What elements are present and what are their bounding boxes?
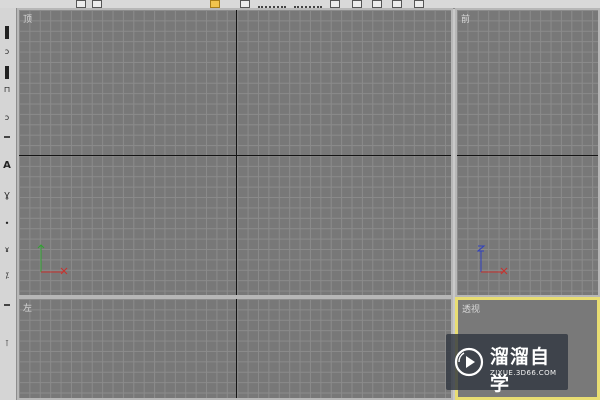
text-icon[interactable]: A [3, 160, 11, 171]
select-arrow-icon[interactable] [210, 0, 220, 8]
pencil-icon[interactable] [4, 304, 10, 306]
snap-dots-icon[interactable] [294, 0, 322, 8]
watermark: 溜溜自学 ZIXUE.3D66.COM [446, 334, 568, 395]
viewport-label[interactable]: 前 [461, 12, 470, 25]
cursor-icon[interactable] [4, 136, 10, 138]
viewport-label[interactable]: 顶 [23, 12, 32, 25]
grid-axis-vertical [236, 299, 237, 398]
toolbar-icon-6[interactable] [372, 0, 382, 8]
command-toolbar-left: ɔ ⊓ ↄ A Ɣ • ɤ ⁒ ⊺ [0, 8, 17, 400]
axis-gizmo-icon [37, 242, 69, 276]
key-icon[interactable]: ⊓ [3, 84, 11, 94]
paint-icon[interactable]: ɤ [3, 244, 11, 254]
viewport-left[interactable]: 左 [17, 297, 453, 400]
toolbar-icon-4[interactable] [330, 0, 340, 8]
hand-icon[interactable] [5, 66, 9, 79]
toolbar-icon-2[interactable] [92, 0, 102, 8]
move-icon[interactable]: ⁒ [3, 270, 11, 280]
axis-gizmo-icon [477, 242, 509, 276]
viewport-front[interactable]: 前 [455, 8, 600, 297]
grid-axis-horizontal [457, 155, 598, 156]
toolbar-icon-3[interactable] [240, 0, 250, 8]
viewport-top[interactable]: 顶 [17, 8, 453, 297]
play-logo-icon [454, 347, 484, 381]
3dsmax-workspace: ɔ ⊓ ↄ A Ɣ • ɤ ⁒ ⊺ 顶 前 左 透视 溜溜自学 ZIXUE.3D… [0, 0, 600, 400]
toolbar-icon-8[interactable] [414, 0, 424, 8]
snap-dots-icon[interactable] [258, 0, 286, 8]
watermark-url: ZIXUE.3D66.COM [490, 369, 557, 377]
viewport-label[interactable]: 左 [23, 301, 32, 314]
toolbar-icon-1[interactable] [76, 0, 86, 8]
toolbar-icon-7[interactable] [392, 0, 402, 8]
grid-axis-vertical [236, 10, 237, 295]
bone-icon[interactable]: ⊺ [3, 338, 11, 348]
line-icon[interactable] [5, 26, 9, 39]
curve-icon[interactable]: ↄ [3, 112, 11, 122]
viewport-label[interactable]: 透视 [462, 302, 480, 315]
toolbar-icon-5[interactable] [352, 0, 362, 8]
scale-icon[interactable]: • [3, 218, 11, 228]
rotate-icon[interactable]: Ɣ [3, 190, 11, 200]
lasso-icon[interactable]: ɔ [3, 46, 11, 56]
